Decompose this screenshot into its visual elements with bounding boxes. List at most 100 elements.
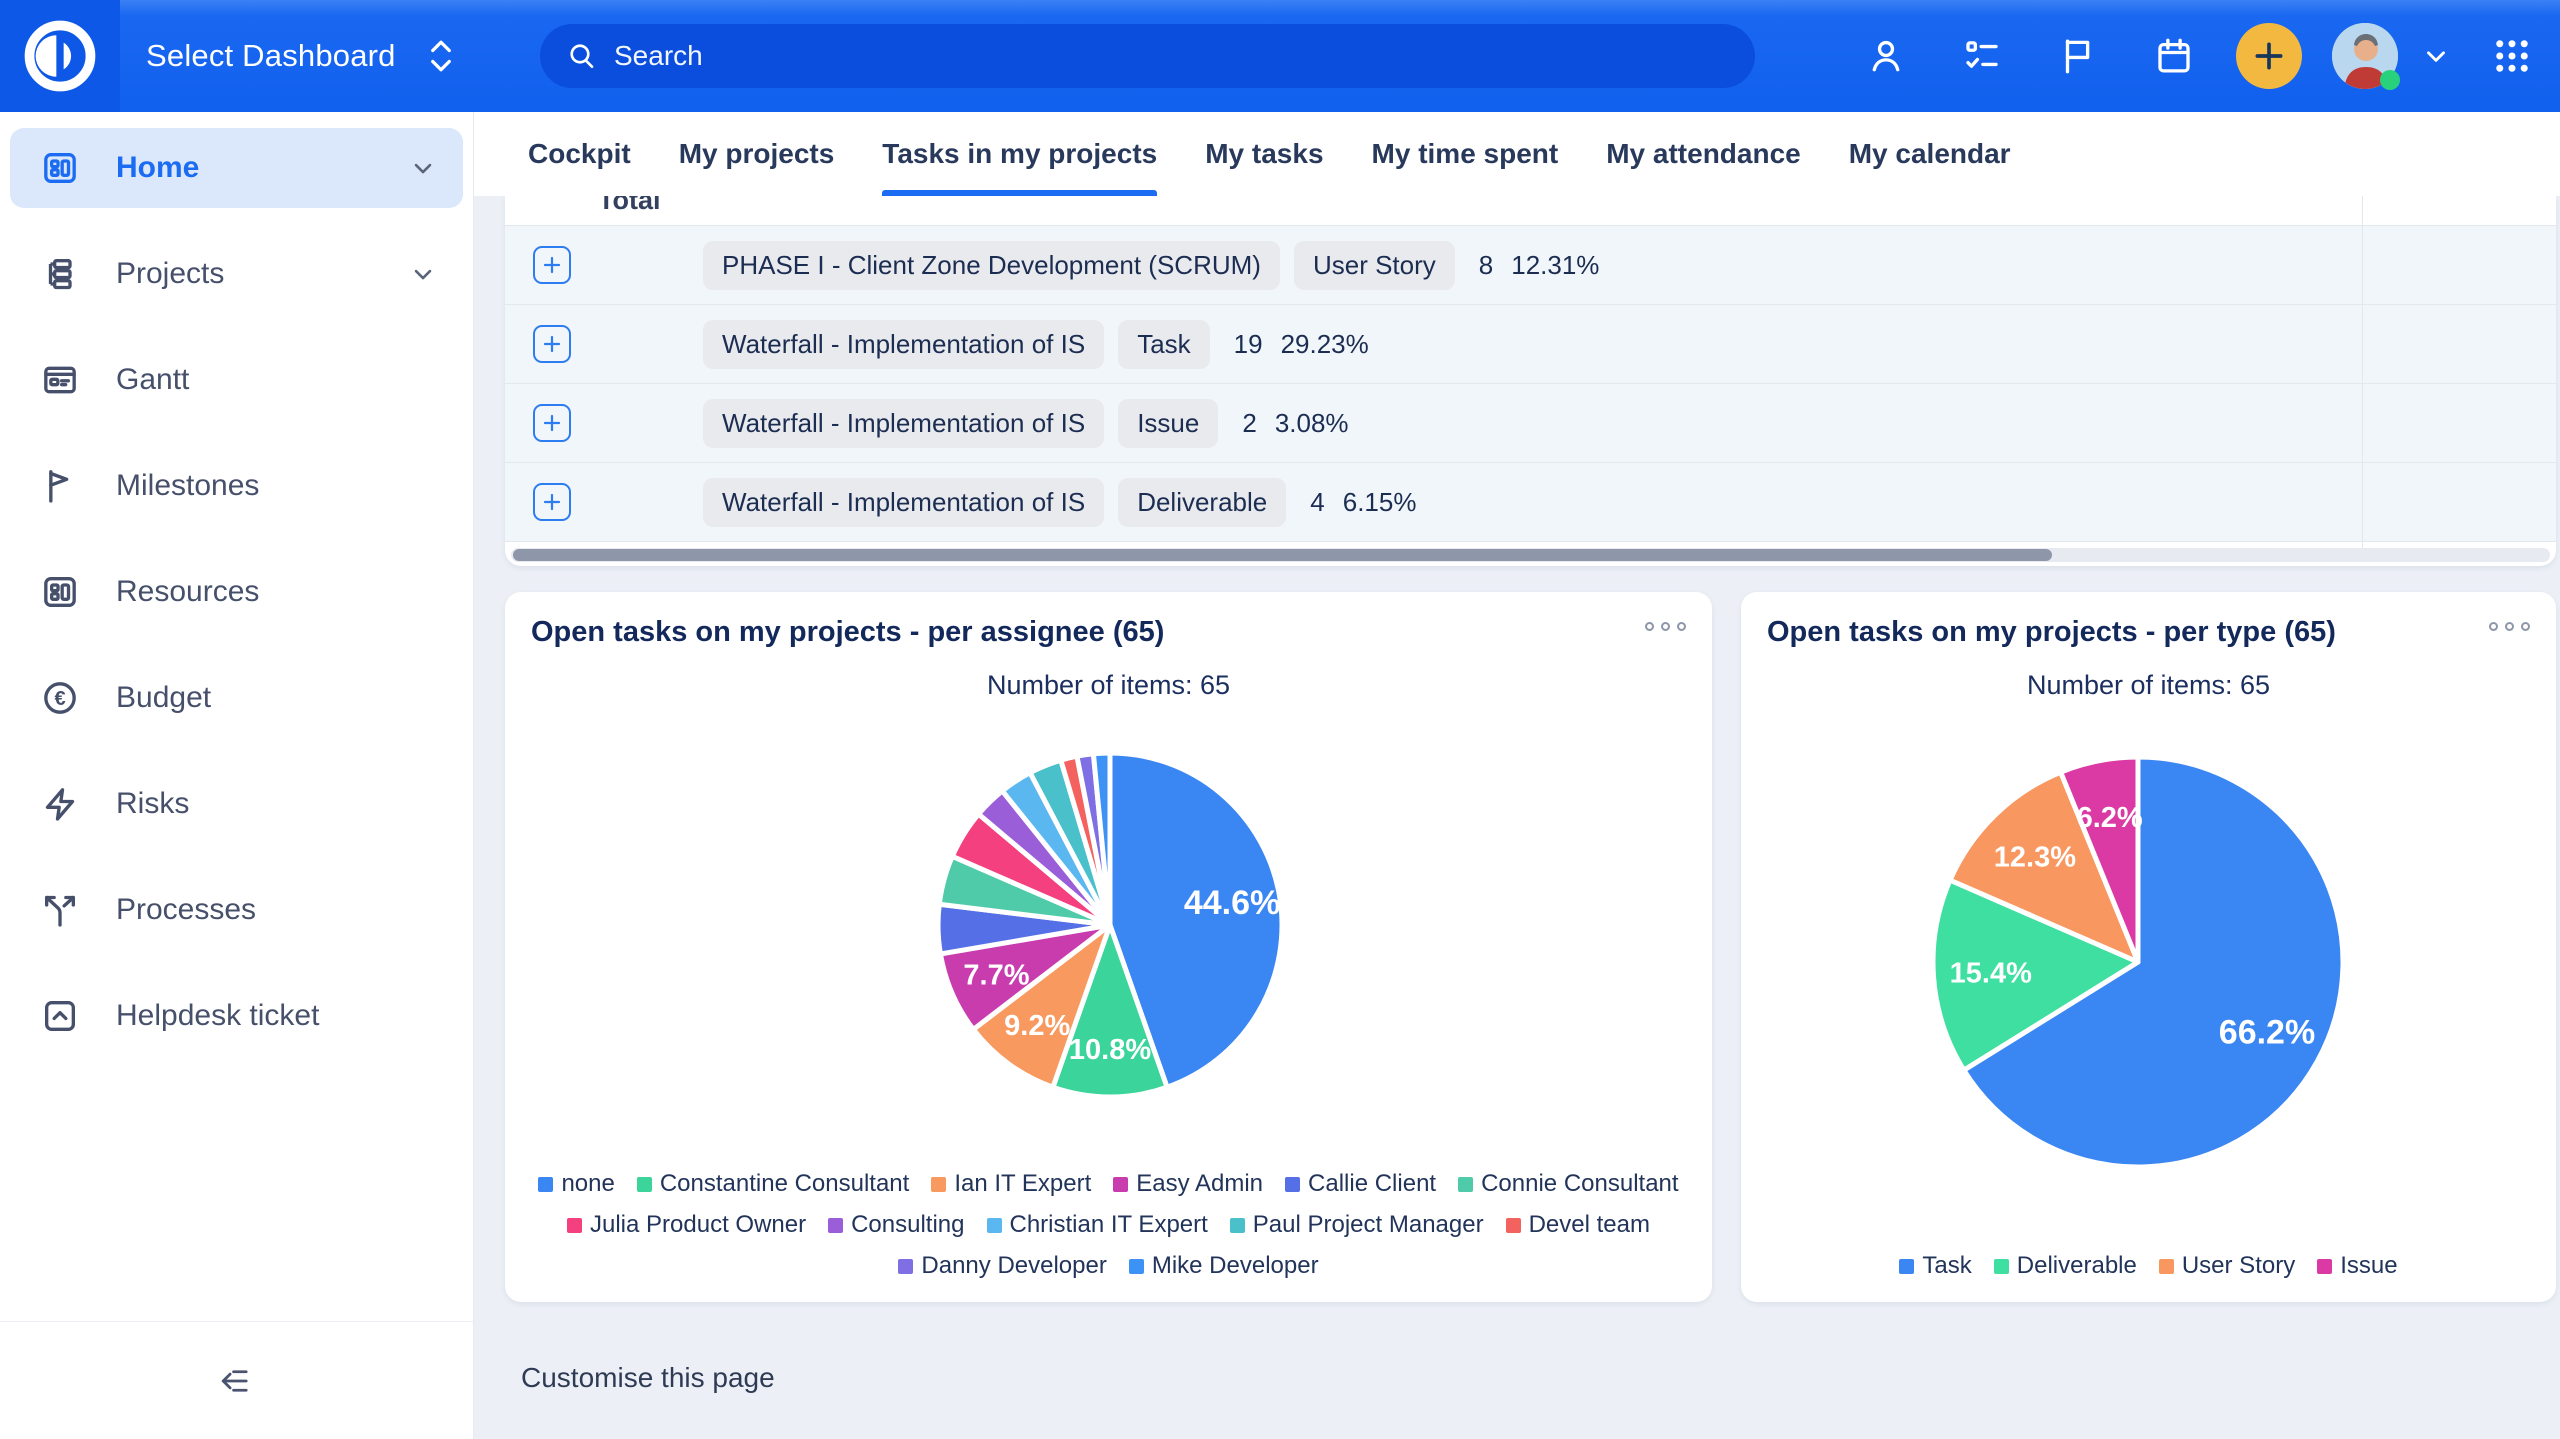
tab-my-attendance[interactable]: My attendance	[1606, 112, 1801, 196]
pie-slice-label: 15.4%	[1950, 958, 2032, 990]
projects-tree-icon	[40, 254, 80, 294]
sidebar-item-budget[interactable]: € Budget	[10, 658, 463, 738]
task-percent: 3.08%	[1275, 408, 1349, 439]
project-pill[interactable]: PHASE I - Client Zone Development (SCRUM…	[703, 241, 1280, 290]
legend-label: Connie Consultant	[1481, 1170, 1678, 1198]
legend-item[interactable]: User Story	[2159, 1252, 2295, 1280]
dashboard-selector[interactable]: Select Dashboard	[146, 0, 458, 112]
project-pill[interactable]: Waterfall - Implementation of IS	[703, 399, 1104, 448]
legend-item[interactable]: Connie Consultant	[1458, 1170, 1678, 1198]
scrollbar-thumb[interactable]	[513, 549, 2052, 561]
customise-page-link[interactable]: Customise this page	[521, 1362, 775, 1394]
flag-icon[interactable]	[2030, 35, 2126, 77]
legend-label: Devel team	[1529, 1211, 1650, 1239]
pie-slice-label: 66.2%	[2219, 1014, 2315, 1052]
legend-item[interactable]: Christian IT Expert	[987, 1211, 1208, 1239]
pie-slice-label: 6.2%	[2077, 802, 2143, 834]
expand-row-button[interactable]	[533, 404, 571, 442]
user-icon[interactable]	[1838, 35, 1934, 77]
gantt-icon	[40, 360, 80, 400]
legend-item[interactable]: Devel team	[1506, 1211, 1650, 1239]
chevron-down-icon[interactable]	[409, 154, 437, 182]
legend-item[interactable]: Consulting	[828, 1211, 964, 1239]
tab-my-calendar[interactable]: My calendar	[1849, 112, 2011, 196]
legend-swatch	[931, 1177, 946, 1192]
tab-label: My calendar	[1849, 138, 2011, 170]
collapse-sidebar-icon[interactable]	[214, 1358, 260, 1404]
task-count: 4	[1310, 487, 1324, 518]
tab-label: Cockpit	[528, 138, 631, 170]
legend-label: Issue	[2340, 1252, 2397, 1280]
sidebar-item-gantt[interactable]: Gantt	[10, 340, 463, 420]
table-row: Waterfall - Implementation of IS Issue 2…	[505, 384, 2556, 463]
sidebar-item-helpdesk[interactable]: Helpdesk ticket	[10, 976, 463, 1056]
project-pill[interactable]: Waterfall - Implementation of IS	[703, 320, 1104, 369]
legend-item[interactable]: Julia Product Owner	[567, 1211, 806, 1239]
account-chevron-down-icon[interactable]	[2408, 41, 2464, 71]
type-pill[interactable]: Issue	[1118, 399, 1218, 448]
horizontal-scrollbar[interactable]	[511, 548, 2550, 562]
legend-swatch	[637, 1177, 652, 1192]
legend-item[interactable]: Danny Developer	[898, 1252, 1106, 1280]
chevron-down-icon[interactable]	[409, 260, 437, 288]
search-input[interactable]	[614, 40, 1729, 72]
project-pill[interactable]: Waterfall - Implementation of IS	[703, 478, 1104, 527]
type-pill[interactable]: Deliverable	[1118, 478, 1286, 527]
legend-swatch	[1113, 1177, 1128, 1192]
apps-grid-icon[interactable]	[2464, 35, 2560, 77]
pie-slice-label: 44.6%	[1184, 884, 1280, 922]
top-bar: Select Dashboard	[0, 0, 2560, 112]
calendar-icon[interactable]	[2126, 35, 2222, 77]
sidebar-item-label: Risks	[116, 787, 189, 821]
legend-item[interactable]: Callie Client	[1285, 1170, 1436, 1198]
pie-slice-label: 9.2%	[1004, 1010, 1070, 1042]
tab-my-tasks[interactable]: My tasks	[1205, 112, 1323, 196]
legend-item[interactable]: Deliverable	[1994, 1252, 2137, 1280]
table-row: Waterfall - Implementation of IS Deliver…	[505, 463, 2556, 542]
table-row: Waterfall - Implementation of IS Task 19…	[505, 305, 2556, 384]
legend-item[interactable]: none	[538, 1170, 614, 1198]
process-split-icon	[40, 890, 80, 930]
type-pill[interactable]: Task	[1118, 320, 1209, 369]
tab-label: My projects	[679, 138, 835, 170]
chart-legend: none Constantine Consultant Ian IT Expert E…	[535, 1170, 1682, 1280]
tab-tasks-in-my-projects[interactable]: Tasks in my projects	[882, 112, 1157, 196]
legend-swatch	[2159, 1259, 2174, 1274]
app-logo[interactable]	[0, 0, 120, 112]
sidebar-item-projects[interactable]: Projects	[10, 234, 463, 314]
tab-my-projects[interactable]: My projects	[679, 112, 835, 196]
tab-label: My tasks	[1205, 138, 1323, 170]
quick-add-button[interactable]	[2236, 23, 2302, 89]
expand-row-button[interactable]	[533, 246, 571, 284]
tasks-summary-table: Total PHASE I - Client Zone Development …	[505, 196, 2556, 566]
expand-row-button[interactable]	[533, 325, 571, 363]
sidebar-item-resources[interactable]: Resources	[10, 552, 463, 632]
type-pill[interactable]: User Story	[1294, 241, 1455, 290]
sidebar-item-home[interactable]: Home	[10, 128, 463, 208]
sidebar-item-processes[interactable]: Processes	[10, 870, 463, 950]
legend-item[interactable]: Easy Admin	[1113, 1170, 1263, 1198]
sidebar-item-risks[interactable]: Risks	[10, 764, 463, 844]
helpdesk-icon	[40, 996, 80, 1036]
legend-swatch	[1129, 1259, 1144, 1274]
expand-row-button[interactable]	[533, 483, 571, 521]
legend-label: Callie Client	[1308, 1170, 1436, 1198]
legend-label: Christian IT Expert	[1010, 1211, 1208, 1239]
svg-text:€: €	[54, 688, 65, 710]
legend-item[interactable]: Paul Project Manager	[1230, 1211, 1484, 1239]
legend-label: Task	[1922, 1252, 1971, 1280]
task-checklist-icon[interactable]	[1934, 35, 2030, 77]
search-bar[interactable]	[540, 24, 1755, 88]
legend-item[interactable]: Ian IT Expert	[931, 1170, 1091, 1198]
pie-slice-label: 10.8%	[1069, 1034, 1151, 1066]
legend-item[interactable]: Mike Developer	[1129, 1252, 1319, 1280]
budget-euro-icon: €	[40, 678, 80, 718]
legend-item[interactable]: Task	[1899, 1252, 1971, 1280]
legend-item[interactable]: Constantine Consultant	[637, 1170, 910, 1198]
tab-cockpit[interactable]: Cockpit	[528, 112, 631, 196]
user-avatar[interactable]	[2332, 23, 2398, 89]
task-percent: 6.15%	[1343, 487, 1417, 518]
legend-item[interactable]: Issue	[2317, 1252, 2397, 1280]
sidebar-item-milestones[interactable]: Milestones	[10, 446, 463, 526]
tab-my-time-spent[interactable]: My time spent	[1372, 112, 1559, 196]
